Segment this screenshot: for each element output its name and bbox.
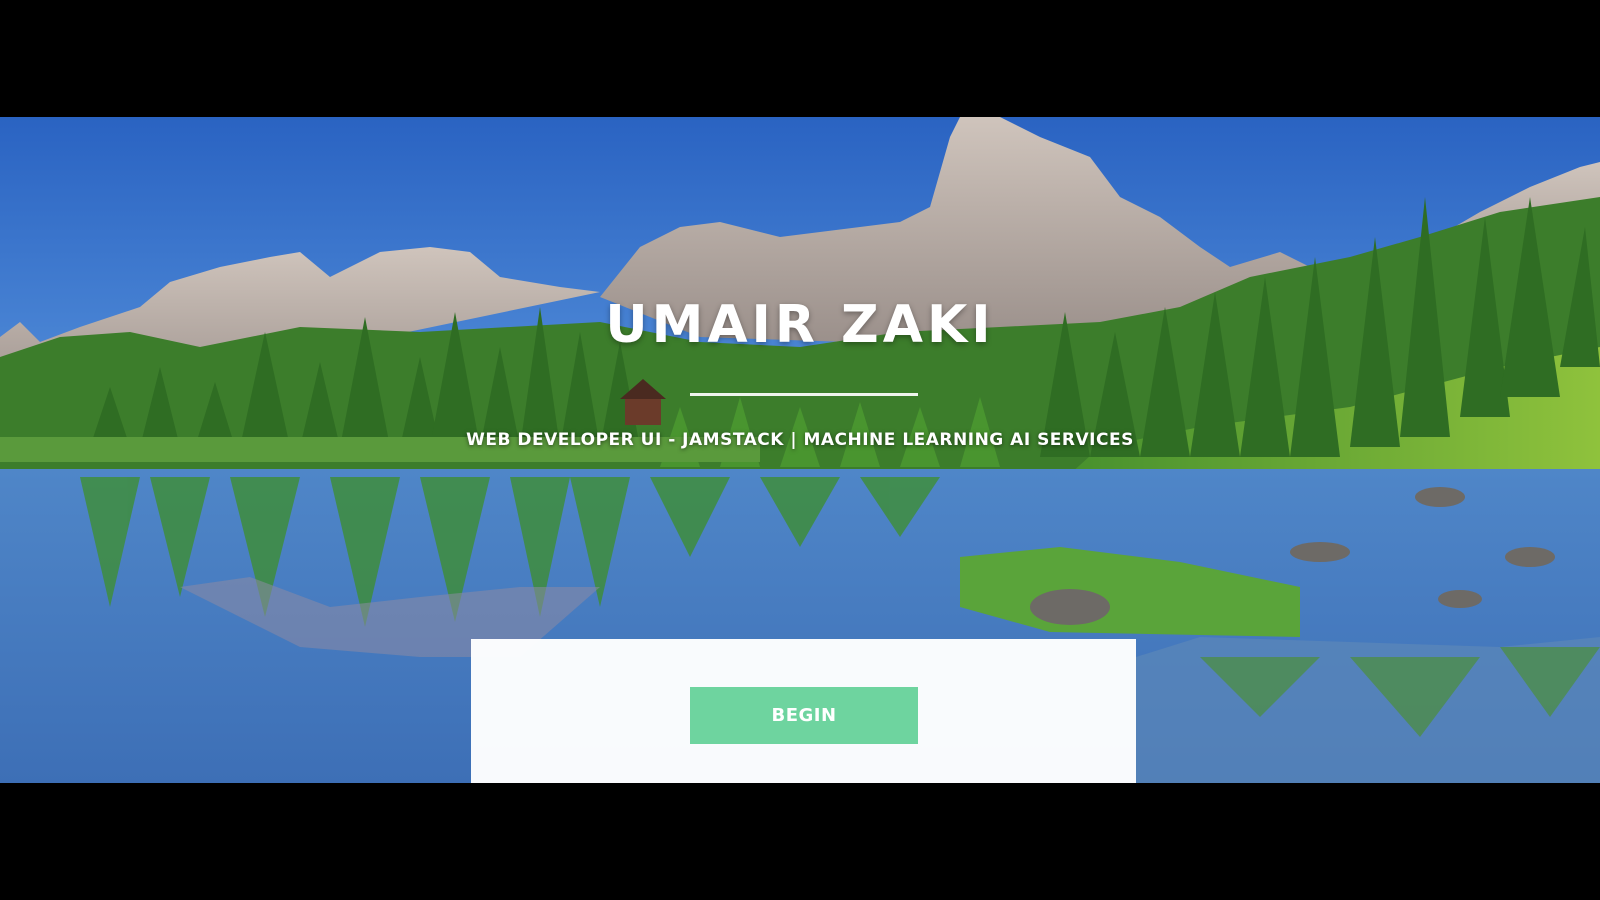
cta-panel: BEGIN (471, 639, 1136, 783)
begin-button[interactable]: BEGIN (690, 687, 918, 744)
hero-title: UMAIR ZAKI (605, 295, 995, 355)
hero-subtitle: WEB DEVELOPER UI - JAMSTACK | MACHINE LE… (466, 430, 1134, 450)
title-divider (690, 393, 918, 396)
letterbox-bottom (0, 783, 1600, 900)
hero-section: UMAIR ZAKI WEB DEVELOPER UI - JAMSTACK |… (0, 117, 1600, 783)
letterbox-top (0, 0, 1600, 117)
